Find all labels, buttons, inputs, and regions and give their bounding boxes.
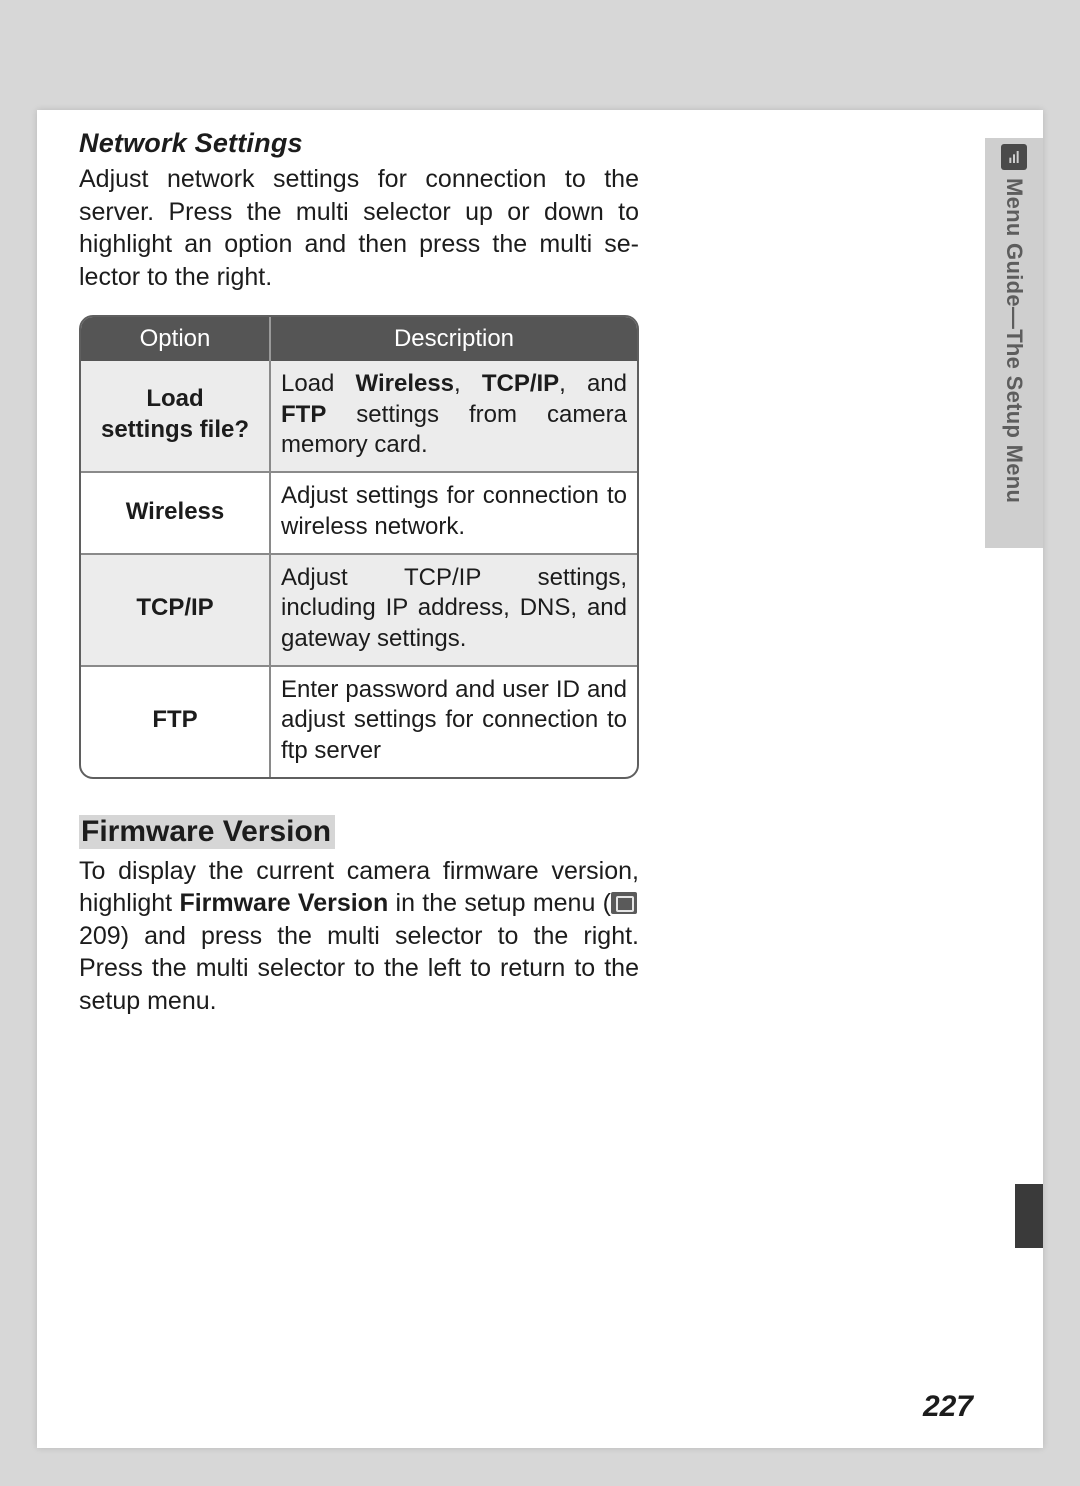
setup-icon [1001,144,1027,170]
table-header-option: Option [81,317,271,361]
table-header-description: Description [271,317,637,361]
description-cell: Enter password and user ID and adjust se… [271,667,637,777]
description-cell: Load Wireless, TCP/IP, and FTP set­tings… [271,361,637,473]
content-column: Network Settings Adjust network settings… [79,128,639,1017]
chapter-side-tab-label: Menu Guide—The Setup Menu [985,178,1043,528]
option-cell: TCP/IP [81,555,271,667]
chapter-side-tab: Menu Guide—The Setup Menu [985,138,1043,548]
table-row: Load settings file?Load Wireless, TCP/IP… [81,361,637,473]
section-title-network-settings: Network Settings [79,128,639,159]
table-row: WirelessAdjust settings for connection t… [81,473,637,554]
description-cell: Adjust TCP/IP settings, including IP ad­… [271,555,637,667]
thumb-index-mark [1015,1184,1043,1248]
description-cell: Adjust settings for connection to wire­l… [271,473,637,554]
option-cell: Wireless [81,473,271,554]
heading-firmware-version: Firmware Version [79,815,335,849]
network-settings-body: Adjust network settings for connection t… [79,163,639,293]
page-number: 227 [923,1390,973,1424]
table-row: TCP/IPAdjust TCP/IP settings, including … [81,555,637,667]
option-cell: Load settings file? [81,361,271,473]
table-row: FTPEnter password and user ID and adjust… [81,667,637,777]
firmware-version-body: To display the current camera firmware v… [79,855,639,1018]
page-ref-icon [611,892,637,914]
manual-page: Menu Guide—The Setup Menu Network Settin… [37,110,1043,1448]
network-settings-options-table: Option Description Load settings file?Lo… [79,315,639,779]
option-cell: FTP [81,667,271,777]
